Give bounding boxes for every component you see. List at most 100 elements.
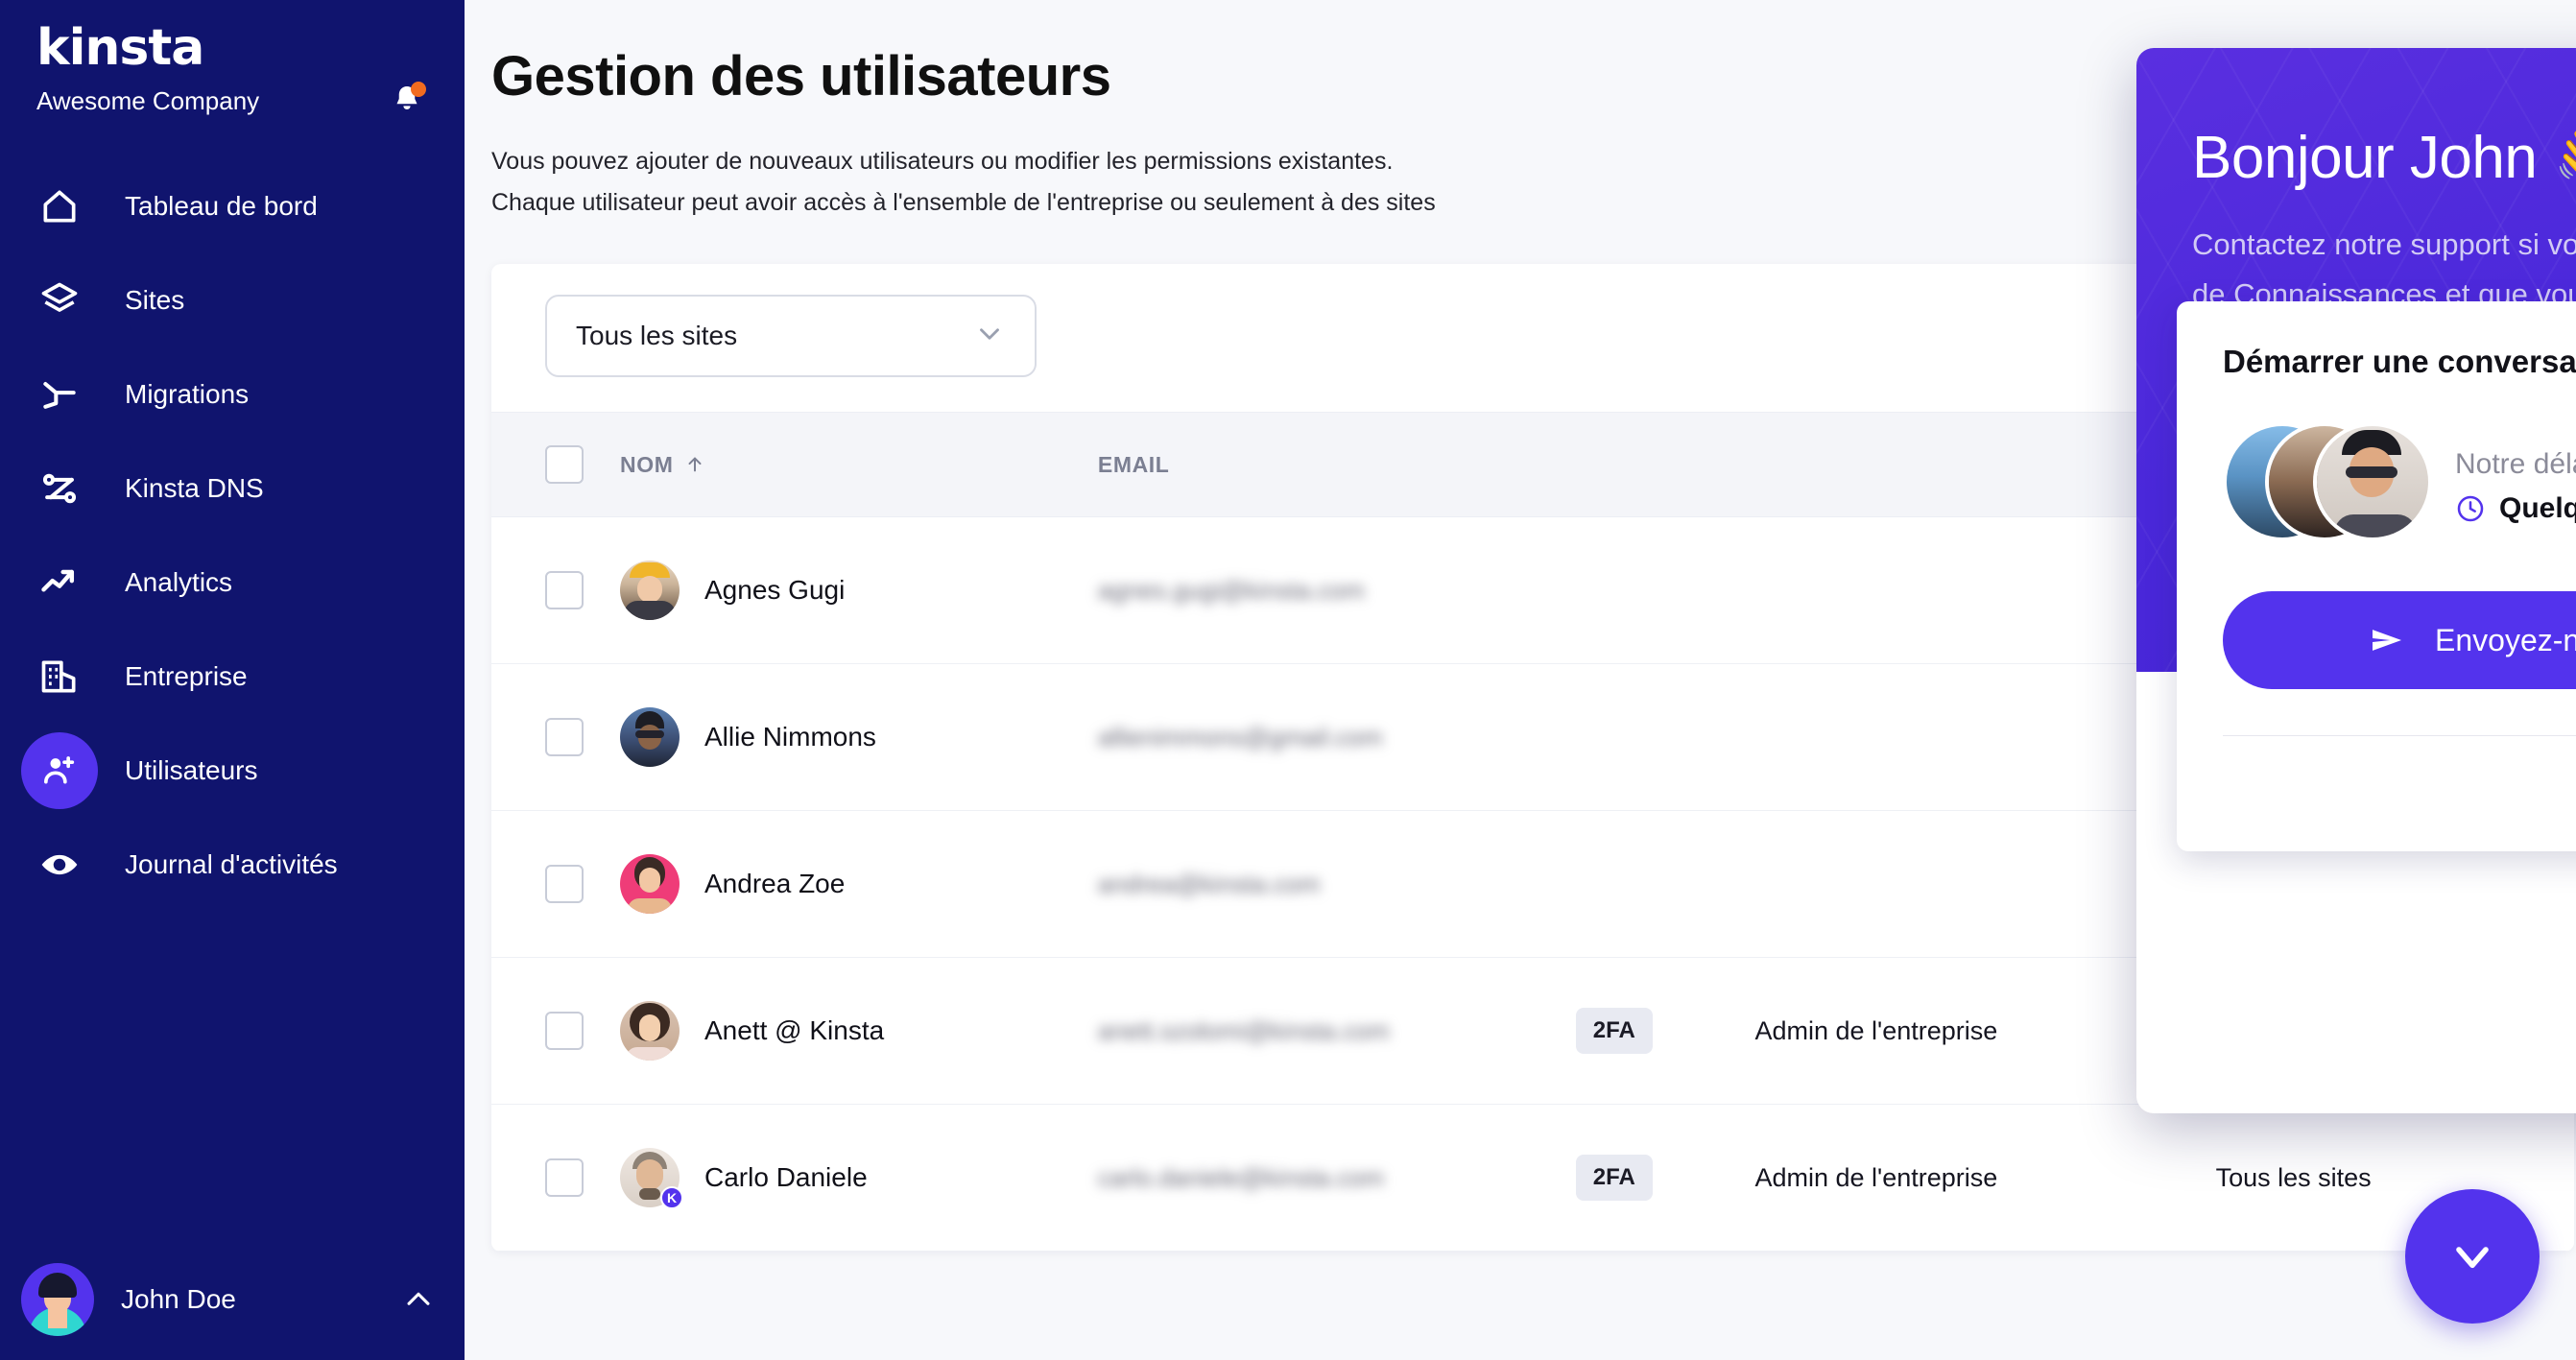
user-email: carlo.daniele@kinsta.com: [1097, 1162, 1384, 1192]
select-all-checkbox[interactable]: [545, 445, 584, 484]
cell-email: carlo.daniele@kinsta.com: [1098, 1163, 1576, 1193]
paper-plane-icon: [2373, 630, 2401, 651]
start-conversation-card: Démarrer une conversation: [2177, 301, 2576, 851]
site-filter-select[interactable]: Tous les sites: [545, 295, 1037, 377]
cell-name: Agnes Gugi: [620, 561, 1098, 620]
sidebar-item-tableau-de-bord[interactable]: Tableau de bord: [0, 159, 465, 253]
avatar: [620, 561, 680, 620]
avatar: [620, 707, 680, 767]
chat-toggle-button[interactable]: [2405, 1189, 2540, 1324]
cell-2fa: 2FA: [1575, 1155, 1755, 1201]
site-filter-value: Tous les sites: [576, 321, 738, 350]
sidebar-item-label: Analytics: [125, 567, 233, 597]
avatar: K: [620, 1148, 683, 1209]
eye-icon: [21, 826, 98, 903]
sidebar-item-kinsta-dns[interactable]: Kinsta DNS: [0, 441, 465, 536]
reply-info: Notre délai de réponse habituel Quelques…: [2455, 442, 2576, 525]
trending-up-icon: [21, 544, 98, 621]
user-name: Allie Nimmons: [704, 722, 876, 752]
sidebar-item-label: Utilisateurs: [125, 755, 258, 785]
column-header-email[interactable]: EMAIL: [1098, 452, 1576, 478]
brand-area: kinsta: [0, 0, 465, 73]
cell-email: anett.szolomi@kinsta.com: [1098, 1016, 1576, 1046]
user-plus-icon: [21, 732, 98, 809]
dns-nodes-icon: [21, 450, 98, 527]
cell-name: Allie Nimmons: [620, 707, 1098, 767]
row-checkbox[interactable]: [545, 718, 584, 756]
support-chat-widget: Bonjour John 👋 Contactez notre support s…: [2136, 48, 2576, 1113]
sidebar-item-journal-activites[interactable]: Journal d'activités: [0, 818, 465, 912]
sidebar-item-sites[interactable]: Sites: [0, 253, 465, 347]
card-footer: [2223, 736, 2576, 851]
page-subtitle-line1: Vous pouvez ajouter de nouveaux utilisat…: [491, 148, 1394, 175]
cell-2fa: 2FA: [1575, 1008, 1755, 1054]
sidebar-item-entreprise[interactable]: Entreprise: [0, 630, 465, 724]
row-checkbox[interactable]: [545, 1012, 584, 1050]
notification-dot: [411, 82, 426, 97]
user-name: Anett @ Kinsta: [704, 1015, 885, 1045]
reply-time-row: Quelques minutes: [2455, 492, 2576, 525]
sidebar-item-analytics[interactable]: Analytics: [0, 536, 465, 630]
sidebar-item-label: Journal d'activités: [125, 849, 338, 879]
sidebar-item-utilisateurs[interactable]: Utilisateurs: [0, 724, 465, 818]
cell-email: andrea@kinsta.com: [1098, 870, 1576, 899]
user-email: agnes.gugi@kinsta.com: [1097, 575, 1365, 605]
reply-time: Quelques minutes: [2499, 492, 2576, 524]
sidebar-item-migrations[interactable]: Migrations: [0, 347, 465, 441]
card-title: Démarrer une conversation: [2223, 344, 2576, 379]
cell-email: allienimmons@gmail.com: [1098, 723, 1576, 752]
kinsta-badge: K: [660, 1186, 683, 1209]
notifications-button[interactable]: [386, 80, 428, 122]
company-name: Awesome Company: [36, 85, 260, 115]
column-header-name[interactable]: NOM: [620, 452, 1098, 478]
cell-sites: Tous les sites: [2215, 1162, 2372, 1192]
user-email: andrea@kinsta.com: [1097, 869, 1321, 898]
status-badge: 2FA: [1575, 1008, 1653, 1054]
sidebar-item-label: Tableau de bord: [125, 191, 318, 221]
main-content: Gestion des utilisateurs Vous pouvez ajo…: [465, 0, 2576, 1360]
chevron-down-icon: [973, 318, 1006, 355]
merge-icon: [21, 356, 98, 433]
user-name: Carlo Daniele: [704, 1162, 868, 1192]
cell-name: K Carlo Daniele: [620, 1148, 1098, 1209]
cell-email: agnes.gugi@kinsta.com: [1098, 576, 1576, 606]
arrow-up-icon: [688, 457, 702, 472]
row-checkbox[interactable]: [545, 1158, 584, 1197]
card-body: Notre délai de réponse habituel Quelques…: [2223, 422, 2576, 545]
cell-role: Admin de l'entreprise: [1754, 1162, 1998, 1192]
row-checkbox[interactable]: [545, 865, 584, 903]
table-row[interactable]: K Carlo Daniele carlo.daniele@kinsta.com…: [491, 1105, 2574, 1252]
user-email: allienimmons@gmail.com: [1097, 722, 1383, 752]
building-icon: [21, 638, 98, 715]
send-message-button[interactable]: Envoyez-nous un message: [2223, 591, 2576, 689]
sidebar-item-label: Sites: [125, 285, 185, 315]
user-name: Andrea Zoe: [704, 869, 846, 898]
chevron-up-icon[interactable]: [399, 1280, 438, 1319]
chat-greeting: Bonjour John 👋: [2192, 125, 2576, 191]
avatar: [620, 1001, 680, 1061]
reply-label: Notre délai de réponse habituel: [2455, 448, 2576, 480]
avatar: [21, 1263, 94, 1336]
agent-avatar-3: [2313, 422, 2432, 541]
column-header-name-label: NOM: [620, 451, 674, 477]
sidebar-item-label: Kinsta DNS: [125, 473, 264, 503]
sidebar-item-label: Entreprise: [125, 661, 248, 691]
page-subtitle-line2: Chaque utilisateur peut avoir accès à l'…: [491, 189, 1436, 216]
sidebar-item-label: Migrations: [125, 379, 250, 409]
cell-name: Andrea Zoe: [620, 854, 1098, 914]
sidebar-user-menu[interactable]: John Doe: [0, 1239, 465, 1360]
app-root: kinsta Awesome Company Tableau de bord S…: [0, 0, 2576, 1360]
user-email: anett.szolomi@kinsta.com: [1097, 1015, 1390, 1045]
avatar: [620, 854, 680, 914]
home-icon: [21, 168, 98, 245]
layers-icon: [21, 262, 98, 339]
sidebar: kinsta Awesome Company Tableau de bord S…: [0, 0, 465, 1360]
send-message-label: Envoyez-nous un message: [2435, 622, 2576, 657]
cell-name: Anett @ Kinsta: [620, 1001, 1098, 1061]
user-name: Agnes Gugi: [704, 575, 846, 605]
sidebar-user-name: John Doe: [121, 1284, 236, 1314]
agent-avatars: [2223, 422, 2445, 545]
status-badge: 2FA: [1575, 1155, 1653, 1201]
row-checkbox[interactable]: [545, 571, 584, 609]
sidebar-nav: Tableau de bord Sites Migrations Kinsta …: [0, 159, 465, 912]
